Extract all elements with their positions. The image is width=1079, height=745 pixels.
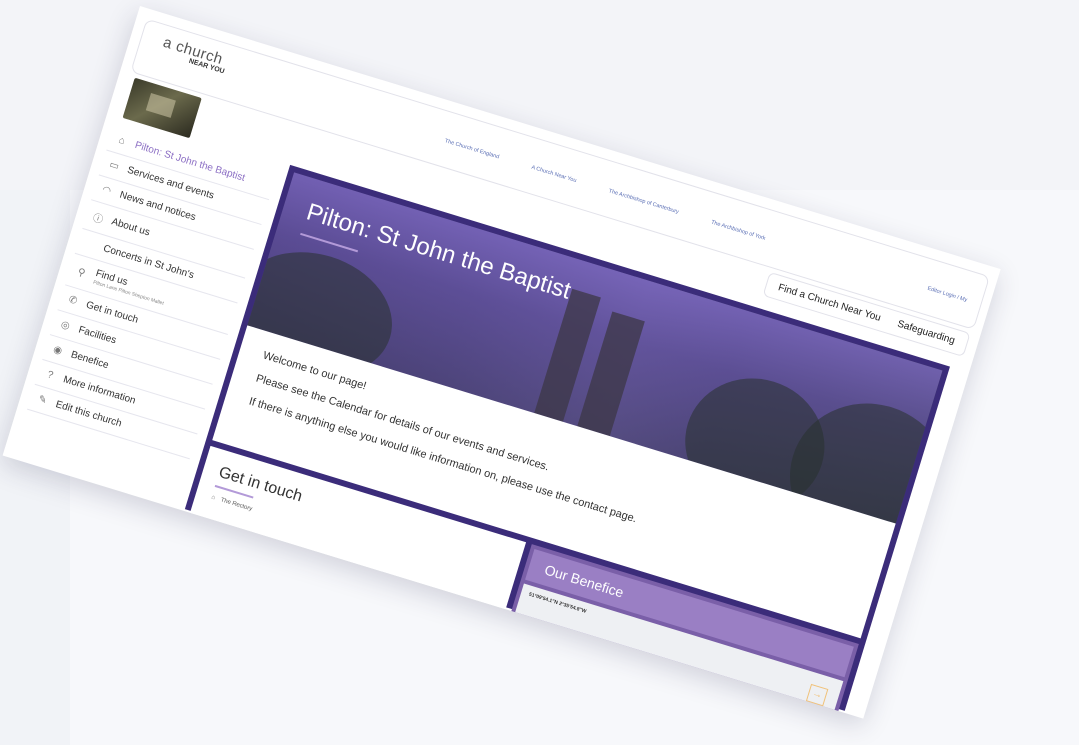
- info-icon: ⓘ: [91, 212, 105, 227]
- top-link-york[interactable]: The Archbishop of York: [710, 220, 766, 242]
- safeguarding-link[interactable]: Safeguarding: [896, 319, 956, 347]
- top-link-cofe[interactable]: The Church of England: [444, 138, 500, 160]
- home-icon: ⌂: [117, 134, 127, 148]
- calendar-icon: ▭: [107, 159, 121, 173]
- sidebar-item-label: Benefice: [69, 349, 110, 372]
- news-icon: ◠: [100, 184, 113, 198]
- edit-icon: ✎: [36, 393, 49, 407]
- sidebar-item-label: About us: [110, 216, 152, 239]
- top-link-canterbury[interactable]: The Archbishop of Canterbury: [608, 188, 680, 215]
- help-icon: ?: [45, 369, 55, 382]
- phone-icon: ✆: [67, 294, 79, 308]
- sidebar-item-label: Facilities: [77, 324, 118, 347]
- top-link-acny[interactable]: A Church Near You: [531, 165, 578, 184]
- home-icon: ⌂: [210, 494, 216, 502]
- address-text: The Rectory: [219, 497, 253, 513]
- facilities-icon: ◎: [59, 319, 72, 333]
- location-icon: ⚲: [76, 266, 87, 279]
- user-login-link[interactable]: Editor Login / My: [927, 286, 968, 304]
- benefice-icon: ◉: [51, 343, 64, 358]
- site-logo[interactable]: a church NEAR YOU: [155, 34, 232, 89]
